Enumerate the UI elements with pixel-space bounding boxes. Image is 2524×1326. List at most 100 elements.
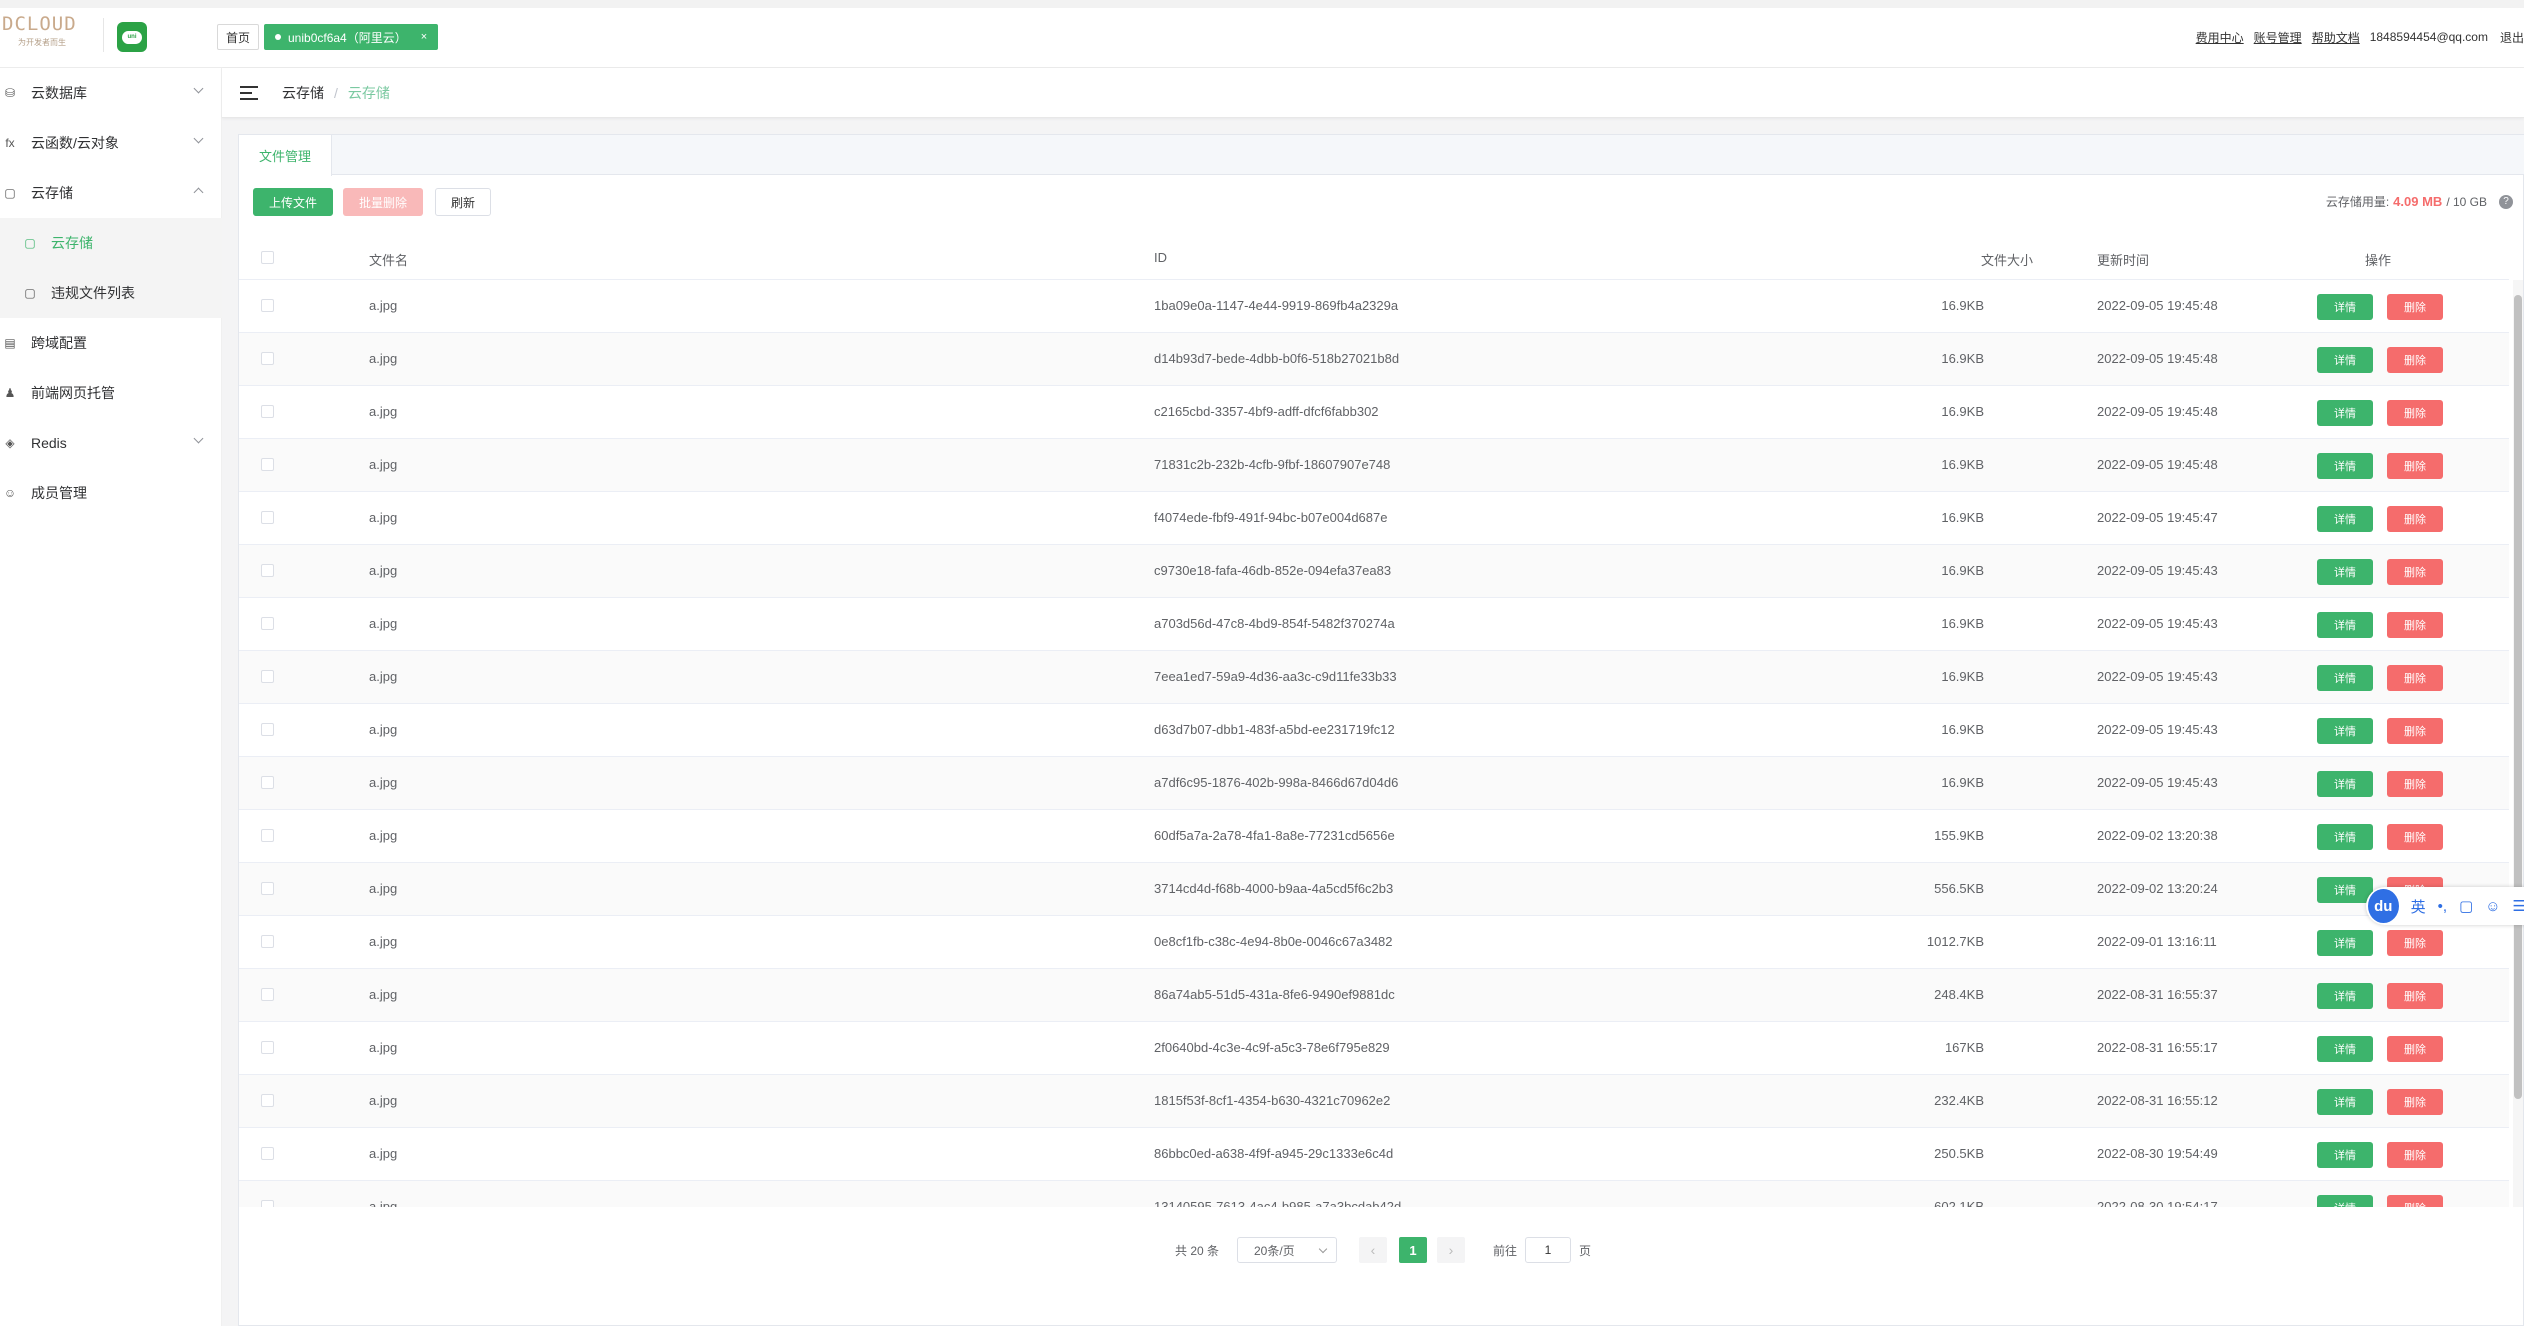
detail-button[interactable]: 详情	[2317, 506, 2373, 532]
page-1-button[interactable]: 1	[1399, 1237, 1427, 1263]
detail-button[interactable]: 详情	[2317, 877, 2373, 903]
ime-english-icon[interactable]: 英	[2411, 896, 2426, 917]
delete-button[interactable]: 删除	[2387, 771, 2443, 797]
nav-space-tab[interactable]: unib0cf6a4（阿里云） ×	[264, 24, 439, 50]
delete-button[interactable]: 删除	[2387, 1089, 2443, 1115]
next-page-button[interactable]: ›	[1437, 1237, 1465, 1263]
upload-file-button[interactable]: 上传文件	[253, 188, 333, 216]
breadcrumb-root[interactable]: 云存储	[282, 83, 324, 103]
detail-button[interactable]: 详情	[2317, 771, 2373, 797]
row-checkbox[interactable]	[261, 564, 274, 577]
tab-file-management[interactable]: 文件管理	[239, 135, 333, 176]
logout-link[interactable]: 退出	[2500, 29, 2524, 46]
detail-button[interactable]: 详情	[2317, 453, 2373, 479]
sidebar-item-storage[interactable]: ▢ 云存储	[0, 168, 222, 218]
link-billing[interactable]: 费用中心	[2196, 29, 2244, 46]
delete-button[interactable]: 删除	[2387, 718, 2443, 744]
table-row: a.jpg 86a74ab5-51d5-431a-8fe6-9490ef9881d…	[239, 969, 2509, 1022]
row-checkbox[interactable]	[261, 776, 274, 789]
file-name: a.jpg	[369, 987, 398, 1002]
row-checkbox[interactable]	[261, 935, 274, 948]
row-checkbox[interactable]	[261, 723, 274, 736]
detail-button[interactable]: 详情	[2317, 1089, 2373, 1115]
row-checkbox[interactable]	[261, 1094, 274, 1107]
close-tab-icon[interactable]: ×	[421, 31, 427, 43]
detail-button[interactable]: 详情	[2317, 665, 2373, 691]
update-time: 2022-09-05 19:45:43	[2097, 775, 2218, 790]
link-help[interactable]: 帮助文档	[2312, 29, 2360, 46]
prev-page-button[interactable]: ‹	[1359, 1237, 1387, 1263]
row-checkbox[interactable]	[261, 1041, 274, 1054]
detail-button[interactable]: 详情	[2317, 824, 2373, 850]
row-checkbox[interactable]	[261, 988, 274, 1001]
delete-button[interactable]: 删除	[2387, 400, 2443, 426]
chevron-down-icon	[193, 433, 204, 444]
uni-app-logo-icon[interactable]: uni	[117, 22, 147, 52]
row-checkbox[interactable]	[261, 882, 274, 895]
delete-button[interactable]: 删除	[2387, 506, 2443, 532]
row-checkbox[interactable]	[261, 670, 274, 683]
sidebar-subitem-storage[interactable]: ▢ 云存储	[0, 218, 222, 268]
sidebar-item-hosting[interactable]: ♟ 前端网页托管	[0, 368, 222, 418]
ime-skin-icon[interactable]: ☺	[2485, 898, 2500, 915]
detail-button[interactable]: 详情	[2317, 1036, 2373, 1062]
delete-button[interactable]: 删除	[2387, 665, 2443, 691]
delete-button[interactable]: 删除	[2387, 1195, 2443, 1207]
row-checkbox[interactable]	[261, 405, 274, 418]
delete-button[interactable]: 删除	[2387, 347, 2443, 373]
ime-punctuation-icon[interactable]: •,	[2438, 898, 2447, 915]
sidebar-item-redis[interactable]: ◈ Redis	[0, 418, 222, 468]
detail-button[interactable]: 详情	[2317, 718, 2373, 744]
detail-button[interactable]: 详情	[2317, 400, 2373, 426]
delete-button[interactable]: 删除	[2387, 294, 2443, 320]
file-size: 248.4KB	[1934, 987, 1984, 1002]
row-checkbox[interactable]	[261, 617, 274, 630]
delete-button[interactable]: 删除	[2387, 559, 2443, 585]
detail-button[interactable]: 详情	[2317, 1142, 2373, 1168]
delete-button[interactable]: 删除	[2387, 930, 2443, 956]
chevron-down-icon	[1318, 1244, 1328, 1254]
ime-toolbar[interactable]: du 英 •, ▢ ☺ ☰	[2366, 887, 2524, 925]
detail-button[interactable]: 详情	[2317, 983, 2373, 1009]
ime-menu-icon[interactable]: ☰	[2513, 897, 2524, 915]
delete-button[interactable]: 删除	[2387, 983, 2443, 1009]
detail-button[interactable]: 详情	[2317, 612, 2373, 638]
ime-keyboard-icon[interactable]: ▢	[2459, 897, 2473, 915]
link-account[interactable]: 账号管理	[2254, 29, 2302, 46]
row-checkbox[interactable]	[261, 299, 274, 312]
detail-button[interactable]: 详情	[2317, 347, 2373, 373]
sidebar-item-database[interactable]: ⛁ 云数据库	[0, 68, 222, 118]
baidu-ime-icon[interactable]: du	[2368, 889, 2399, 923]
help-icon[interactable]: ?	[2499, 194, 2513, 209]
table-row: a.jpg 60df5a7a-2a78-4fa1-8a8e-77231cd5656…	[239, 810, 2509, 863]
menu-toggle-icon[interactable]	[240, 85, 258, 100]
row-checkbox[interactable]	[261, 511, 274, 524]
delete-button[interactable]: 删除	[2387, 453, 2443, 479]
select-all-checkbox[interactable]	[261, 251, 274, 264]
goto-page-input[interactable]: 1	[1525, 1237, 1571, 1263]
delete-button[interactable]: 删除	[2387, 1036, 2443, 1062]
detail-button[interactable]: 详情	[2317, 1195, 2373, 1207]
nav-home-tab[interactable]: 首页	[217, 24, 260, 50]
row-checkbox[interactable]	[261, 1147, 274, 1160]
dcloud-logo[interactable]: DCLOUD 为开发者而生	[2, 12, 92, 58]
sidebar-item-functions[interactable]: fx 云函数/云对象	[0, 118, 222, 168]
sidebar-subitem-violations[interactable]: ▢ 违规文件列表	[0, 268, 222, 318]
row-checkbox[interactable]	[261, 1200, 274, 1207]
detail-button[interactable]: 详情	[2317, 930, 2373, 956]
sidebar-item-cors[interactable]: ▤ 跨域配置	[0, 318, 222, 368]
detail-button[interactable]: 详情	[2317, 294, 2373, 320]
row-checkbox[interactable]	[261, 458, 274, 471]
delete-button[interactable]: 删除	[2387, 1142, 2443, 1168]
detail-button[interactable]: 详情	[2317, 559, 2373, 585]
delete-button[interactable]: 删除	[2387, 612, 2443, 638]
row-checkbox[interactable]	[261, 829, 274, 842]
delete-button[interactable]: 删除	[2387, 824, 2443, 850]
refresh-button[interactable]: 刷新	[435, 188, 491, 216]
sidebar-item-members[interactable]: ☺ 成员管理	[0, 468, 222, 518]
page-size-select[interactable]: 20条/页	[1237, 1237, 1337, 1263]
row-checkbox[interactable]	[261, 352, 274, 365]
batch-delete-button[interactable]: 批量删除	[343, 188, 423, 216]
header-operations: 操作	[2365, 253, 2392, 268]
table-scrollbar-thumb[interactable]	[2514, 295, 2522, 1099]
